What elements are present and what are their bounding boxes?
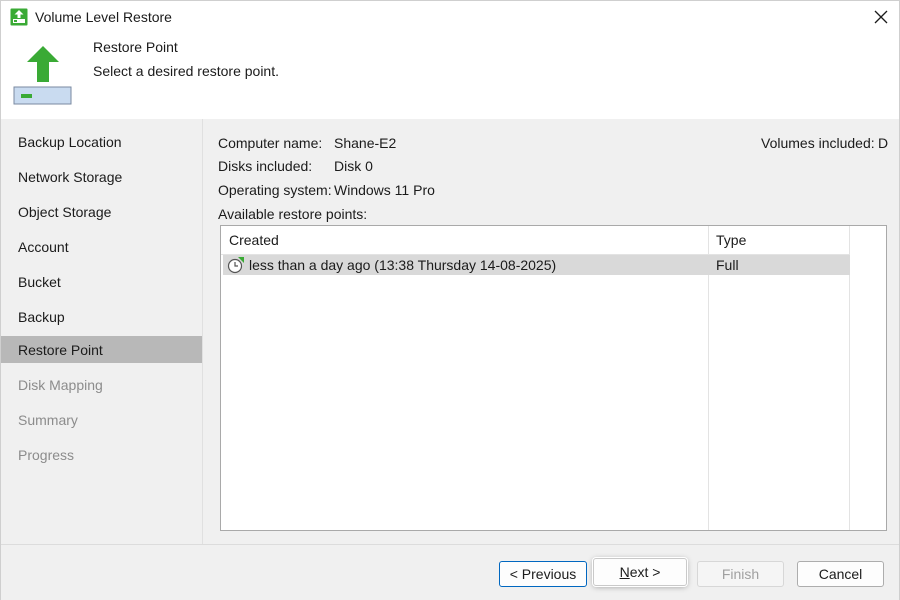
computer-name-value: Shane-E2 (334, 135, 397, 151)
title-bar: Volume Level Restore (1, 1, 899, 34)
table-row[interactable]: less than a day ago (13:38 Thursday 14-0… (223, 255, 850, 275)
sidebar-item-bucket[interactable]: Bucket (1, 268, 202, 295)
computer-name-label: Computer name: (218, 135, 323, 151)
previous-button[interactable]: < Previous (499, 561, 587, 587)
sidebar-item-summary: Summary (18, 411, 78, 428)
restore-point-clock-icon (227, 257, 244, 274)
close-button[interactable] (869, 5, 893, 29)
volume-level-restore-window: Volume Level Restore Restore Point Selec… (0, 0, 900, 600)
finish-button: Finish (697, 561, 784, 587)
next-button[interactable]: Next > (593, 558, 687, 586)
restore-upload-icon (13, 46, 72, 105)
sidebar-item-restore-point[interactable]: Restore Point (1, 336, 202, 363)
operating-system-label: Operating system: (218, 182, 332, 198)
sidebar-item-backup-location[interactable]: Backup Location (1, 128, 202, 155)
sidebar-item-backup[interactable]: Backup (1, 303, 202, 330)
column-header-type[interactable]: Type (716, 226, 846, 254)
column-header-created[interactable]: Created (229, 226, 709, 254)
operating-system-value: Windows 11 Pro (334, 182, 435, 198)
disks-included-label: Disks included: (218, 158, 313, 174)
volumes-included-value: D (878, 135, 889, 151)
step-subtitle: Select a desired restore point. (93, 63, 279, 79)
available-restore-points-label: Available restore points: (218, 206, 368, 222)
next-label-rest: ext > (629, 564, 661, 580)
restore-point-panel: Computer name: Shane-E2 Disks included: … (202, 119, 899, 544)
wizard-footer: < Previous Next > Finish Cancel (1, 544, 899, 600)
disks-included-value: Disk 0 (334, 158, 373, 174)
app-restore-icon (10, 8, 28, 26)
close-icon (874, 10, 888, 24)
wizard-header: Restore Point Select a desired restore p… (1, 34, 899, 119)
step-title: Restore Point (93, 39, 178, 55)
sidebar-item-network-storage[interactable]: Network Storage (1, 163, 202, 190)
cell-created: less than a day ago (13:38 Thursday 14-0… (227, 256, 556, 274)
sidebar-item-progress: Progress (18, 446, 75, 463)
restore-points-grid[interactable]: Created Type less than a day ago (13:38 … (220, 225, 887, 531)
type-value: Full (716, 257, 739, 273)
next-mnemonic: N (619, 564, 630, 580)
cancel-button[interactable]: Cancel (797, 561, 884, 587)
sidebar-item-account[interactable]: Account (1, 233, 202, 260)
sidebar-item-object-storage[interactable]: Object Storage (1, 198, 202, 225)
window-title: Volume Level Restore (35, 9, 172, 25)
created-value: less than a day ago (13:38 Thursday 14-0… (249, 257, 557, 273)
wizard-steps-sidebar: Backup Location Network Storage Object S… (1, 119, 202, 544)
volumes-included-label: Volumes included: (761, 135, 875, 151)
sidebar-item-disk-mapping: Disk Mapping (18, 376, 103, 393)
